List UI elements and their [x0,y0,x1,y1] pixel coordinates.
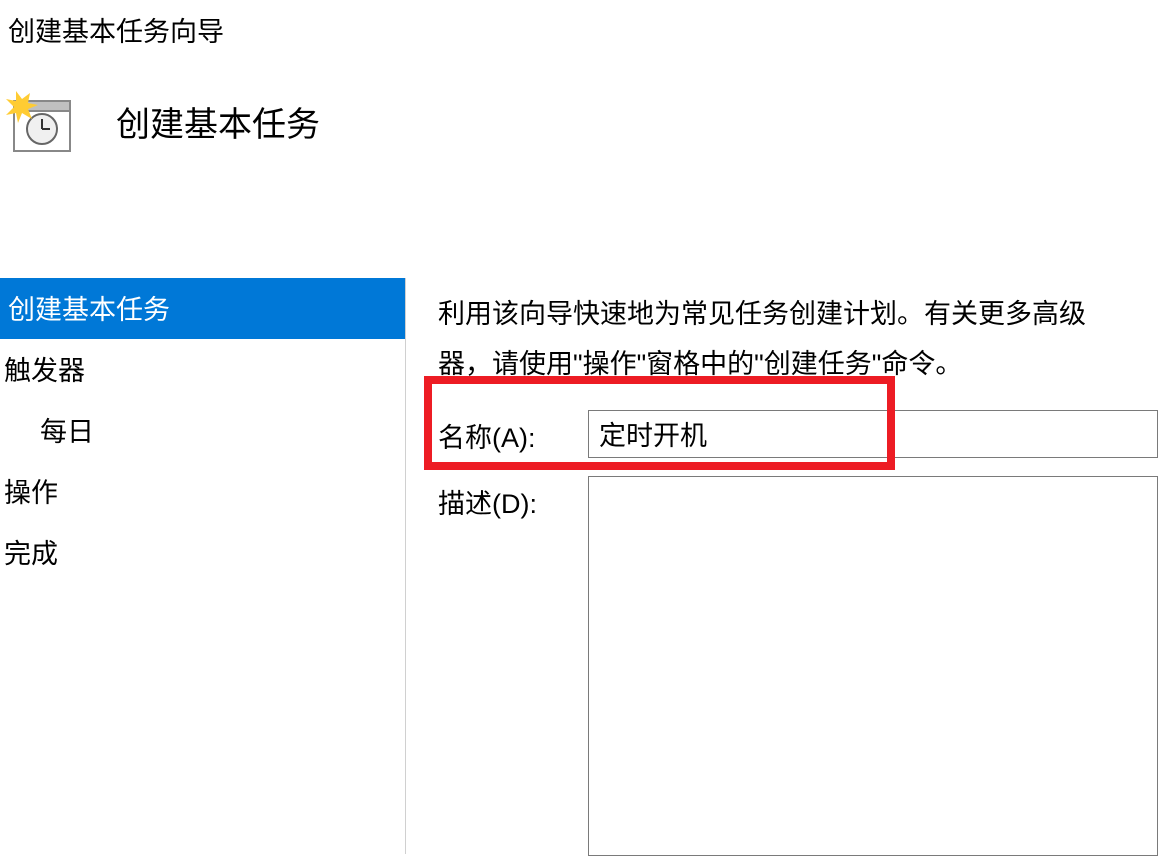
sidebar-item-action[interactable]: 操作 [0,461,405,522]
main-panel: 利用该向导快速地为常见任务创建计划。有关更多高级 器，请使用"操作"窗格中的"创… [406,278,1158,854]
sidebar-item-daily[interactable]: 每日 [0,400,405,461]
sidebar-item-trigger[interactable]: 触发器 [0,339,405,400]
name-input[interactable] [588,410,1158,458]
description-textarea[interactable] [588,476,1158,856]
task-wizard-icon [4,85,76,157]
name-row: 名称(A): [438,410,1158,458]
intro-line-1: 利用该向导快速地为常见任务创建计划。有关更多高级 [438,299,1086,329]
sidebar-item-finish[interactable]: 完成 [0,522,405,583]
intro-text: 利用该向导快速地为常见任务创建计划。有关更多高级 器，请使用"操作"窗格中的"创… [438,290,1158,390]
intro-line-2: 器，请使用"操作"窗格中的"创建任务"命令。 [438,349,962,379]
window-title: 创建基本任务向导 [8,10,224,49]
sidebar-item-create-basic-task[interactable]: 创建基本任务 [0,278,405,339]
description-row: 描述(D): [438,476,1158,856]
header-title: 创建基本任务 [116,97,320,146]
content-area: 创建基本任务 触发器 每日 操作 完成 利用该向导快速地为常见任务创建计划。有关… [0,278,1158,854]
description-label: 描述(D): [438,476,588,521]
header-section: 创建基本任务 [4,85,320,157]
wizard-sidebar: 创建基本任务 触发器 每日 操作 完成 [0,278,406,854]
name-label: 名称(A): [438,410,588,455]
